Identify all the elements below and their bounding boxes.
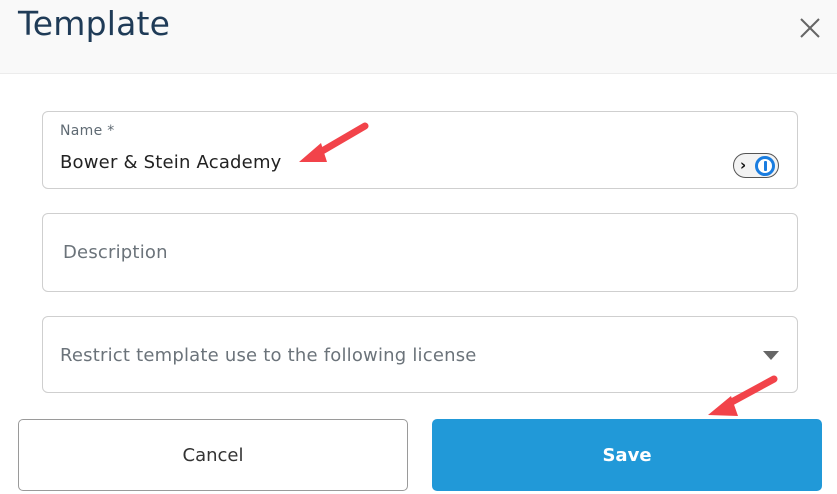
cancel-button[interactable]: Cancel bbox=[18, 419, 408, 491]
dialog-title: Template bbox=[18, 4, 171, 43]
license-placeholder: Restrict template use to the following l… bbox=[60, 345, 477, 366]
chevron-down-icon[interactable] bbox=[763, 351, 779, 360]
close-button[interactable] bbox=[796, 14, 824, 42]
name-input[interactable] bbox=[60, 152, 720, 173]
name-field[interactable]: Name * › bbox=[42, 111, 798, 189]
password-manager-icon[interactable]: › bbox=[733, 153, 779, 178]
close-icon bbox=[800, 18, 820, 38]
description-field[interactable]: Description bbox=[42, 213, 798, 292]
dialog-header: Template bbox=[0, 0, 837, 74]
name-label: Name * bbox=[60, 123, 115, 139]
license-select[interactable]: Restrict template use to the following l… bbox=[42, 316, 798, 393]
description-placeholder: Description bbox=[63, 242, 168, 263]
save-button[interactable]: Save bbox=[432, 419, 822, 491]
